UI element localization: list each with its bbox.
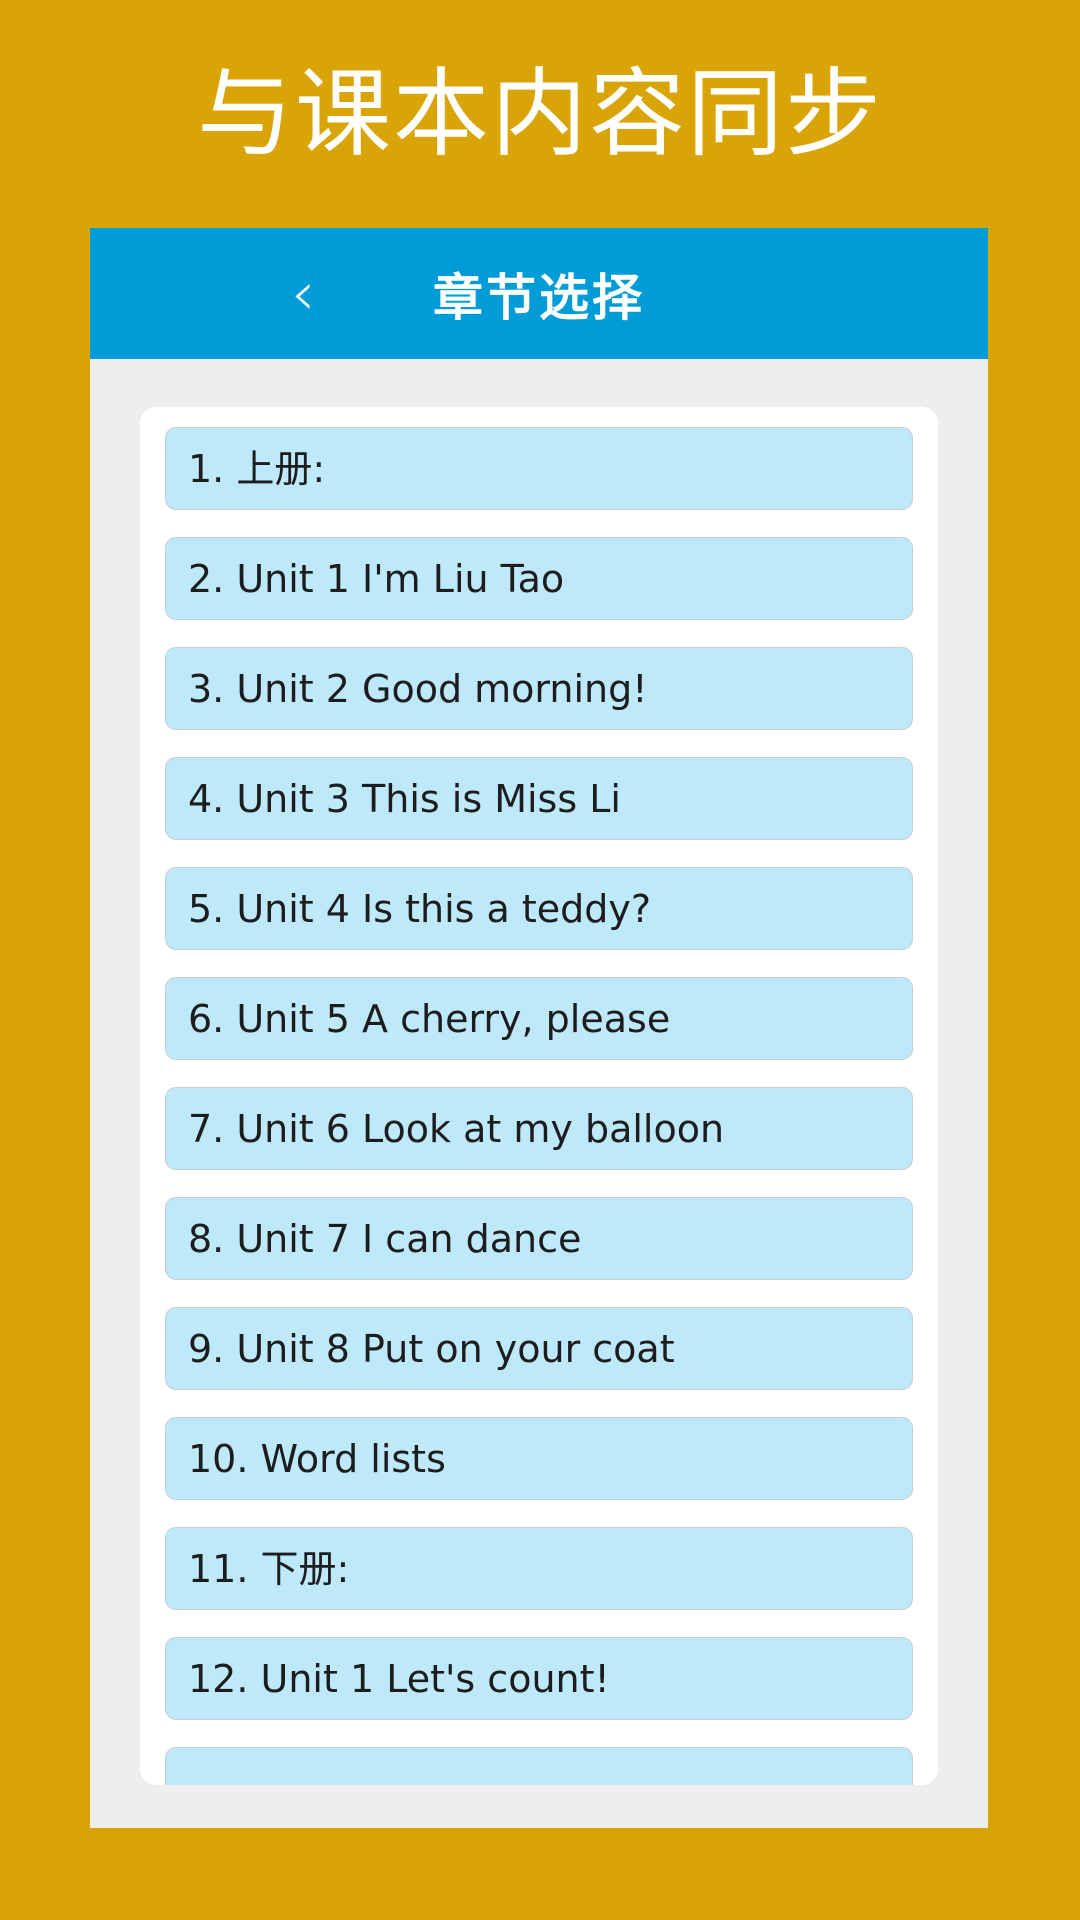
chapter-list-item[interactable]: 4. Unit 3 This is Miss Li xyxy=(165,757,913,840)
chapter-list-item-label: 9. Unit 8 Put on your coat xyxy=(188,1326,675,1371)
chapter-list-item-label: 1. 上册: xyxy=(188,446,326,491)
promo-heading: 与课本内容同步 xyxy=(197,58,883,170)
chapter-list-item-label: 2. Unit 1 I'm Liu Tao xyxy=(188,556,565,601)
chapter-list-item[interactable]: 2. Unit 1 I'm Liu Tao xyxy=(165,537,913,620)
chevron-left-icon[interactable]: ‹ xyxy=(268,228,338,359)
app-bar-title: 章节选择 xyxy=(433,268,645,327)
chapter-list-item[interactable]: 6. Unit 5 A cherry, please xyxy=(165,977,913,1060)
chapter-list-item-label: 10. Word lists xyxy=(188,1436,446,1481)
chapter-list-item-label: 11. 下册: xyxy=(188,1546,350,1591)
chapter-list-item-label: 6. Unit 5 A cherry, please xyxy=(188,996,671,1041)
chapter-list-item[interactable]: 3. Unit 2 Good morning! xyxy=(165,647,913,730)
chapter-list-item-label: 5. Unit 4 Is this a teddy? xyxy=(188,886,652,931)
chapter-list-item[interactable]: 7. Unit 6 Look at my balloon xyxy=(165,1087,913,1170)
chapter-list-item-label: 3. Unit 2 Good morning! xyxy=(188,666,648,711)
chapter-list-item[interactable]: 12. Unit 1 Let's count! xyxy=(165,1637,913,1720)
chapter-list-item-label: 8. Unit 7 I can dance xyxy=(188,1216,582,1261)
chapter-list-item[interactable]: 11. 下册: xyxy=(165,1527,913,1610)
phone-screen: 章节选择 ‹ 1. 上册: 2. Unit 1 I'm Liu Tao 3. Uni… xyxy=(90,228,988,1828)
chapter-list-card: 1. 上册: 2. Unit 1 I'm Liu Tao 3. Unit 2 Goo… xyxy=(140,407,938,1785)
chapter-list-item-label: 4. Unit 3 This is Miss Li xyxy=(188,776,621,821)
chapter-list-item[interactable]: 10. Word lists xyxy=(165,1417,913,1500)
chapter-list-item-label: 7. Unit 6 Look at my balloon xyxy=(188,1106,725,1151)
chapter-list-item[interactable]: 9. Unit 8 Put on your coat xyxy=(165,1307,913,1390)
app-bar: 章节选择 ‹ xyxy=(90,228,988,359)
chapter-list-item[interactable] xyxy=(165,1747,913,1785)
chapter-list[interactable]: 1. 上册: 2. Unit 1 I'm Liu Tao 3. Unit 2 Goo… xyxy=(140,407,938,1785)
chapter-list-item[interactable]: 1. 上册: xyxy=(165,427,913,510)
chapter-list-item[interactable]: 8. Unit 7 I can dance xyxy=(165,1197,913,1280)
chapter-list-item[interactable]: 5. Unit 4 Is this a teddy? xyxy=(165,867,913,950)
chapter-list-item-label: 12. Unit 1 Let's count! xyxy=(188,1656,610,1701)
